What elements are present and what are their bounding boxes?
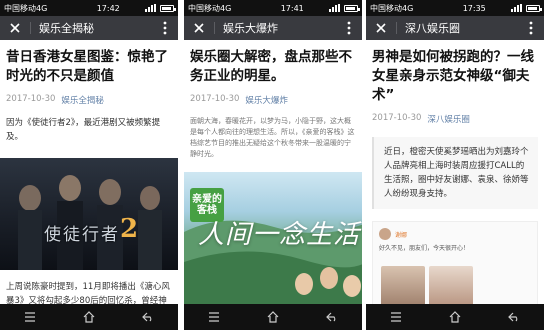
- article-date: 2017-10-30: [190, 94, 240, 104]
- recent-apps-icon[interactable]: [202, 307, 226, 327]
- close-icon[interactable]: [190, 19, 208, 37]
- post-username: 谢娜: [395, 231, 408, 239]
- social-post-screenshot: 谢娜 好久不见，朋友们，今天很开心！: [372, 221, 538, 311]
- battery-icon: [526, 4, 542, 12]
- battery-icon: [160, 4, 176, 12]
- page-title: 娱乐全揭秘: [39, 22, 94, 35]
- signal-icon: [145, 4, 157, 12]
- status-bar: 中国移动4G 17:42: [0, 0, 178, 16]
- page-title: 娱乐大爆炸: [223, 22, 278, 35]
- signal-icon: [329, 4, 341, 12]
- title-bar: 娱乐全揭秘: [0, 16, 178, 40]
- back-icon[interactable]: [502, 307, 526, 327]
- system-nav-bar: [184, 304, 362, 330]
- article-headline: 娱乐圈大解密，盘点那些不务正业的明星。: [190, 49, 352, 84]
- battery-icon: [344, 4, 360, 12]
- title-bar: 娱乐大爆炸: [184, 16, 362, 40]
- article-headline: 昔日香港女星图鉴：惊艳了时光的不只是颜值: [6, 49, 168, 84]
- divider: [396, 22, 397, 34]
- carrier-label: 中国移动4G: [370, 3, 414, 13]
- article-intro: 面朝大海，春暖花开，以梦为马，小隐于野，这大概是每个人都向往的理想生活。所以，《…: [190, 117, 355, 158]
- clock: 17:41: [280, 3, 304, 13]
- close-icon[interactable]: [6, 19, 24, 37]
- poster-image: 使徒行者 2: [0, 158, 178, 270]
- poster-number: 2: [120, 214, 139, 244]
- article-content: 娱乐圈大解密，盘点那些不务正业的明星。 2017-10-30 娱乐大爆炸 面朝大…: [184, 40, 362, 304]
- title-bar: 深八娱乐圈: [366, 16, 544, 40]
- article-meta: 2017-10-30 娱乐全揭秘: [6, 94, 172, 106]
- back-icon[interactable]: [320, 307, 344, 327]
- article-headline: 男神是如何被拐跑的？一线女星亲身示范女神级“御夫术”: [372, 49, 534, 103]
- article-meta: 2017-10-30 深八娱乐圈: [372, 113, 538, 125]
- article-date: 2017-10-30: [372, 113, 422, 123]
- article-content: 昔日香港女星图鉴：惊艳了时光的不只是颜值 2017-10-30 娱乐全揭秘 因为…: [0, 40, 178, 322]
- account-link[interactable]: 深八娱乐圈: [427, 113, 470, 125]
- status-bar: 中国移动4G 17:35: [366, 0, 544, 16]
- more-vertical-icon[interactable]: [524, 19, 538, 37]
- signal-icon: [511, 4, 523, 12]
- more-vertical-icon[interactable]: [342, 19, 356, 37]
- carrier-label: 中国移动4G: [188, 3, 232, 13]
- system-nav-bar: [0, 304, 178, 330]
- recent-apps-icon[interactable]: [18, 307, 42, 327]
- back-icon[interactable]: [136, 307, 160, 327]
- phone-screen-3: 中国移动4G 17:35 深八娱乐圈 男神是如何被拐跑的？一线女星亲身示范女神级…: [366, 0, 544, 330]
- page-title: 深八娱乐圈: [405, 22, 460, 35]
- close-icon[interactable]: [372, 19, 390, 37]
- article-content: 男神是如何被拐跑的？一线女星亲身示范女神级“御夫术” 2017-10-30 深八…: [366, 40, 544, 311]
- avatar: [379, 228, 391, 240]
- clock: 17:35: [462, 3, 486, 13]
- home-icon[interactable]: [77, 307, 101, 327]
- poster-script: 人间一念生活: [198, 220, 361, 250]
- system-nav-bar: [366, 304, 544, 330]
- poster-image: 亲爱的客栈 人间一念生活: [184, 172, 362, 304]
- more-vertical-icon[interactable]: [158, 19, 172, 37]
- post-text: 好久不见，朋友们，今天很开心！: [379, 245, 470, 252]
- quote-block: 近日，橙密天使奚梦瑶晒出为刘嘉玲个人品牌亮相上海时装周应援打CALL的生活照，圈…: [372, 137, 538, 209]
- divider: [214, 22, 215, 34]
- carrier-label: 中国移动4G: [4, 3, 48, 13]
- home-icon[interactable]: [443, 307, 467, 327]
- account-link[interactable]: 娱乐全揭秘: [61, 94, 104, 106]
- status-bar: 中国移动4G 17:41: [184, 0, 362, 16]
- article-meta: 2017-10-30 娱乐大爆炸: [190, 94, 356, 106]
- phone-screen-1: 中国移动4G 17:42 娱乐全揭秘 昔日香港女星图鉴：惊艳了时光的不只是颜值 …: [0, 0, 178, 330]
- article-intro: 因为《使徒行者2》，最近港剧又被频繁提及。: [6, 118, 161, 142]
- article-date: 2017-10-30: [6, 94, 56, 104]
- phone-screen-2: 中国移动4G 17:41 娱乐大爆炸 娱乐圈大解密，盘点那些不务正业的明星。 2…: [184, 0, 362, 330]
- home-icon[interactable]: [261, 307, 285, 327]
- account-link[interactable]: 娱乐大爆炸: [245, 94, 288, 106]
- screenshot-collage: 中国移动4G 17:42 娱乐全揭秘 昔日香港女星图鉴：惊艳了时光的不只是颜值 …: [0, 0, 546, 330]
- divider: [30, 22, 31, 34]
- recent-apps-icon[interactable]: [384, 307, 408, 327]
- poster-caption: 使徒行者: [44, 225, 120, 245]
- clock: 17:42: [96, 3, 120, 13]
